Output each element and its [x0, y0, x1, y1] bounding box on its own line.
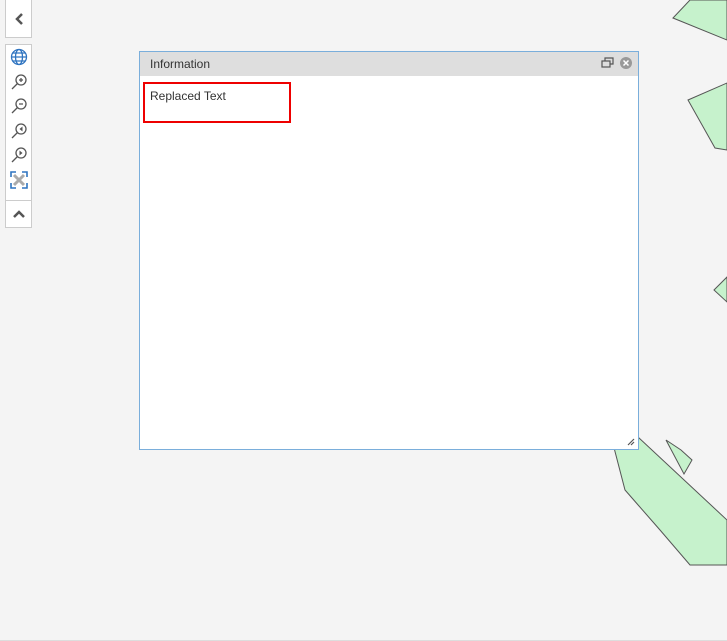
zoom-in-icon — [11, 74, 27, 90]
highlight-box — [143, 82, 291, 123]
chevron-left-icon — [14, 12, 23, 25]
previous-extent-button[interactable] — [6, 119, 31, 144]
chevron-up-icon — [12, 210, 25, 218]
map-polygon[interactable] — [611, 436, 727, 566]
zoom-in-button[interactable] — [6, 70, 31, 95]
zoom-next-icon — [11, 147, 27, 163]
zoom-out-icon — [11, 98, 27, 114]
globe-icon — [10, 49, 27, 66]
collapse-toolbar-button[interactable] — [5, 0, 32, 38]
zoom-out-button[interactable] — [6, 94, 31, 119]
next-extent-button[interactable] — [6, 143, 31, 168]
map-toolbar — [5, 44, 32, 228]
restore-icon[interactable] — [601, 57, 614, 69]
map-polygon[interactable] — [672, 0, 727, 41]
window-title: Information — [150, 57, 211, 71]
resize-grip-icon[interactable] — [627, 438, 635, 446]
close-icon[interactable] — [620, 57, 632, 69]
map-polygon[interactable] — [713, 276, 727, 303]
expand-icon — [9, 170, 28, 189]
collapse-tools-button[interactable] — [6, 200, 31, 227]
window-header[interactable]: Information — [140, 52, 638, 76]
zoom-previous-icon — [11, 123, 27, 139]
full-extent-button[interactable] — [6, 45, 31, 70]
full-screen-button[interactable] — [6, 168, 31, 193]
map-polygon[interactable] — [687, 82, 727, 151]
